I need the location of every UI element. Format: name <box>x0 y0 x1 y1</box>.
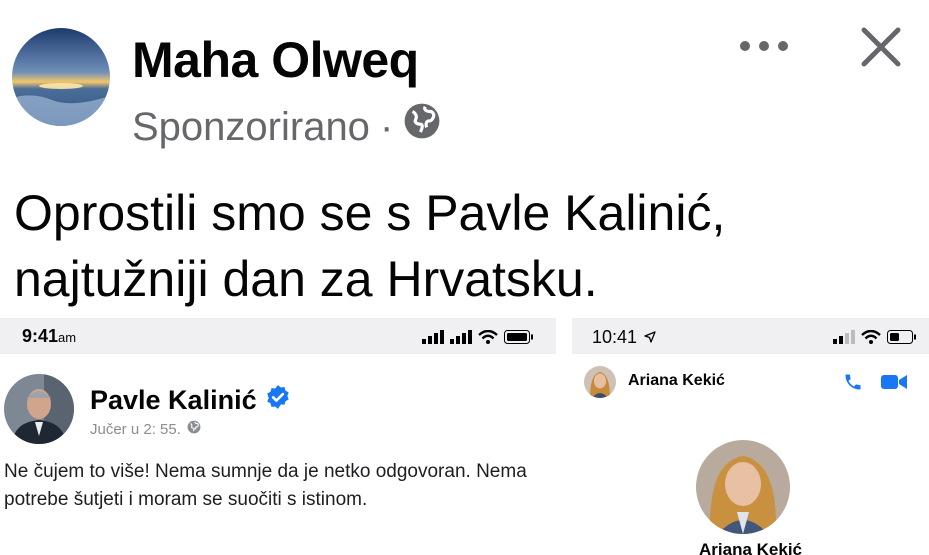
sponsored-label[interactable]: Sponzorirano <box>132 102 370 152</box>
verified-icon <box>265 384 291 417</box>
status-bar: 9:41am <box>0 318 556 354</box>
page-avatar[interactable] <box>12 28 110 126</box>
status-icons <box>833 330 917 344</box>
post-author[interactable]: Maha Olweq <box>132 30 419 90</box>
embedded-post-body: Ne čujem to više! Nema sumnje da je netk… <box>4 461 527 510</box>
post-date: Jučer u 2: 55. <box>90 420 201 438</box>
post-meta: Sponzorirano · <box>132 102 441 152</box>
status-bar: 10:41 <box>572 318 929 354</box>
close-icon[interactable] <box>858 24 904 70</box>
profile-avatar[interactable] <box>4 374 74 444</box>
post-text-line-2: najtužniji dan za Hrvatsku. <box>14 251 598 307</box>
post-text: Oprostili smo se s Pavle Kalinić, najtuž… <box>14 180 725 312</box>
chat-header: Ariana Kekić <box>572 354 929 410</box>
meta-separator: · <box>379 105 394 149</box>
chat-name[interactable]: Ariana Kekić <box>628 372 725 390</box>
chat-actions <box>843 372 907 397</box>
wifi-icon <box>478 330 498 344</box>
battery-icon <box>887 330 916 344</box>
signal-icon <box>833 330 855 344</box>
phone-icon[interactable] <box>843 372 863 397</box>
embedded-screenshot-left: 9:41am Pavle Kalinić Jučer u 2: 55. Ne č… <box>0 318 556 555</box>
profile-name-large: Ariana Kekić <box>699 540 802 555</box>
profile-name[interactable]: Pavle Kalinić <box>90 384 291 417</box>
chat-avatar[interactable] <box>584 366 616 398</box>
more-options-icon[interactable] <box>740 40 788 52</box>
status-time: 9:41am <box>22 326 77 346</box>
status-icons <box>422 330 534 344</box>
status-time: 10:41 <box>592 327 656 348</box>
wifi-icon <box>861 330 881 344</box>
globe-icon <box>403 102 441 152</box>
signal-icon <box>422 330 444 344</box>
profile-avatar-large[interactable] <box>696 440 790 534</box>
video-icon[interactable] <box>881 373 907 396</box>
location-arrow-icon <box>644 331 656 343</box>
globe-icon <box>187 420 201 438</box>
battery-icon <box>504 330 533 344</box>
signal-icon <box>450 330 472 344</box>
embedded-screenshot-right: 10:41 Ariana Kekić Ariana Kekić <box>572 318 929 555</box>
post-text-line-1: Oprostili smo se s Pavle Kalinić, <box>14 185 726 241</box>
